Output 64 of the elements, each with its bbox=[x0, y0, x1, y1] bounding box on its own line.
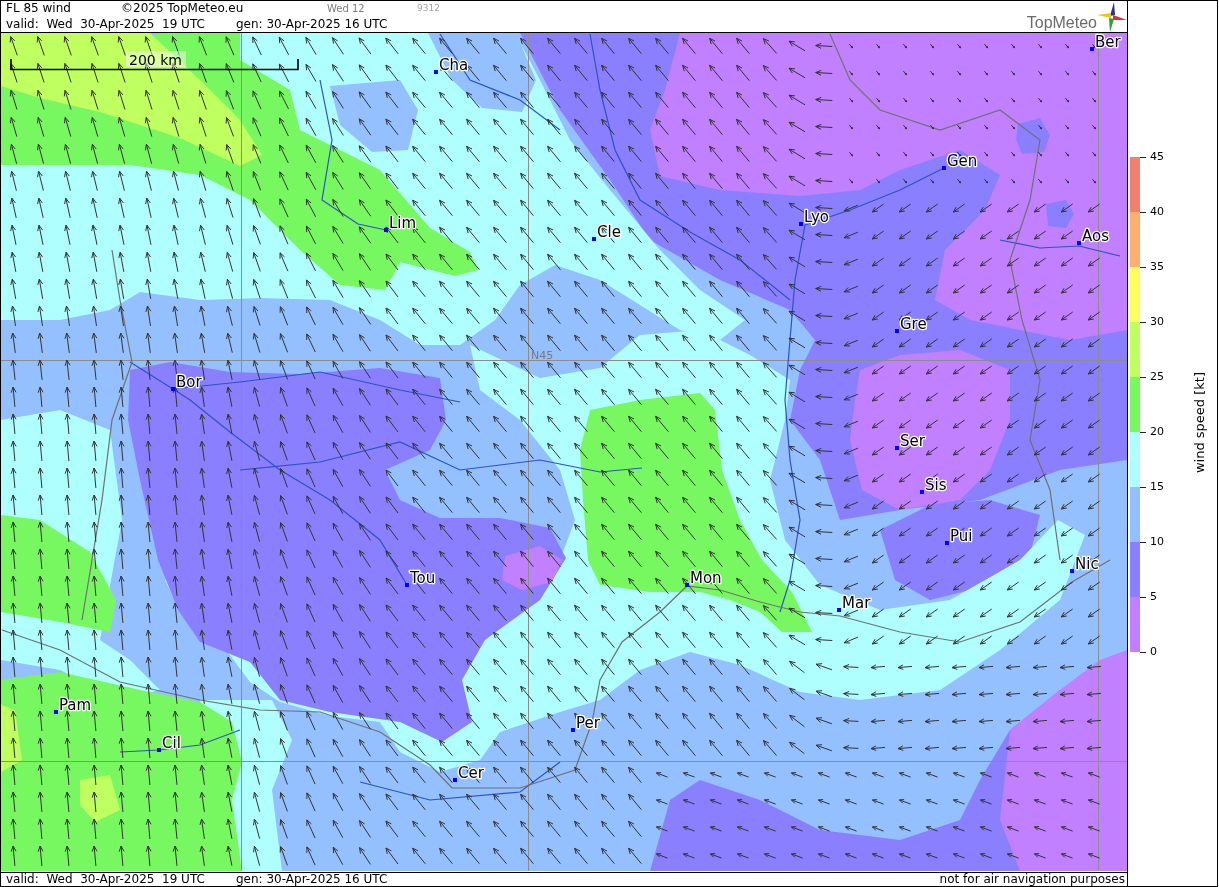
city-marker-icon bbox=[799, 222, 803, 226]
city-label: Ser bbox=[900, 431, 925, 450]
city-marker-icon bbox=[157, 748, 161, 752]
legend-tick-label: 45 bbox=[1150, 151, 1164, 163]
legend-tick-label: 40 bbox=[1150, 206, 1164, 218]
city-label: Nic bbox=[1075, 554, 1099, 573]
compass-star-icon bbox=[1097, 2, 1127, 32]
city-marker-icon bbox=[1077, 241, 1081, 245]
city-marker-icon bbox=[1090, 47, 1094, 51]
city-marker-icon bbox=[384, 228, 388, 232]
run-number-label: 9312 bbox=[417, 2, 440, 15]
city-marker-icon bbox=[434, 70, 438, 74]
city-marker-icon bbox=[945, 541, 949, 545]
city-label: Bor bbox=[176, 372, 202, 391]
city-label: Mar bbox=[842, 593, 871, 612]
city-marker-icon bbox=[895, 446, 899, 450]
city-marker-icon bbox=[571, 728, 575, 732]
city-marker-icon bbox=[920, 490, 924, 494]
city-label: Ber bbox=[1095, 33, 1121, 51]
logo-text: TopMeteo bbox=[1026, 14, 1097, 32]
scale-label: 200 km bbox=[126, 51, 186, 68]
map-title: FL 85 wind bbox=[6, 1, 72, 16]
grid-label: N45 bbox=[531, 349, 554, 362]
city-label: Gre bbox=[900, 314, 927, 333]
legend-title: wind speed [kt] bbox=[1193, 372, 1207, 474]
city-marker-icon bbox=[171, 387, 175, 391]
disclaimer-text: not for air navigation purposes bbox=[939, 873, 1125, 886]
legend-tick-label: 5 bbox=[1150, 591, 1157, 603]
city-marker-icon bbox=[942, 166, 946, 170]
city-marker-icon bbox=[895, 329, 899, 333]
city-label: Cer bbox=[458, 763, 484, 782]
city-label: Sis bbox=[925, 475, 947, 494]
legend-tick-label: 25 bbox=[1150, 371, 1164, 383]
city-label: Per bbox=[576, 713, 600, 732]
city-label: Tou bbox=[410, 568, 436, 587]
city-label: Cle bbox=[597, 222, 621, 241]
city-marker-icon bbox=[592, 237, 596, 241]
city-marker-icon bbox=[453, 778, 457, 782]
city-label: Aos bbox=[1082, 226, 1109, 245]
valid-time-label: valid: Wed 30-Apr-2025 19 UTC bbox=[6, 873, 206, 886]
legend-tick-label: 20 bbox=[1150, 426, 1164, 438]
city-label: Lim bbox=[389, 213, 417, 232]
city-marker-icon bbox=[837, 608, 841, 612]
city-marker-icon bbox=[405, 583, 409, 587]
city-label: Lyo bbox=[804, 207, 830, 226]
generated-time-label: gen: 30-Apr-2025 16 UTC bbox=[236, 16, 389, 32]
city-label: Cil bbox=[162, 733, 181, 752]
legend-tick-label: 10 bbox=[1150, 536, 1164, 548]
city-marker-icon bbox=[685, 583, 689, 587]
city-label: Cha bbox=[439, 55, 469, 74]
generated-time-label: gen: 30-Apr-2025 16 UTC bbox=[236, 873, 388, 886]
forecast-day-label: Wed 12 bbox=[327, 2, 366, 16]
city-label: Pam bbox=[59, 695, 92, 714]
city-label: Gen bbox=[947, 151, 978, 170]
city-marker-icon bbox=[54, 710, 58, 714]
legend-tick-label: 15 bbox=[1150, 481, 1164, 493]
legend-tick-label: 30 bbox=[1150, 316, 1164, 328]
legend-tick-label: 0 bbox=[1150, 646, 1157, 658]
city-label: Mon bbox=[690, 568, 722, 587]
city-marker-icon bbox=[1070, 569, 1074, 573]
city-label: Pui bbox=[950, 526, 973, 545]
valid-time-label: valid: Wed 30-Apr-2025 19 UTC bbox=[6, 16, 206, 32]
legend-tick-label: 35 bbox=[1150, 261, 1164, 273]
copyright-text: ©2025 TopMeteo.eu bbox=[121, 1, 245, 16]
